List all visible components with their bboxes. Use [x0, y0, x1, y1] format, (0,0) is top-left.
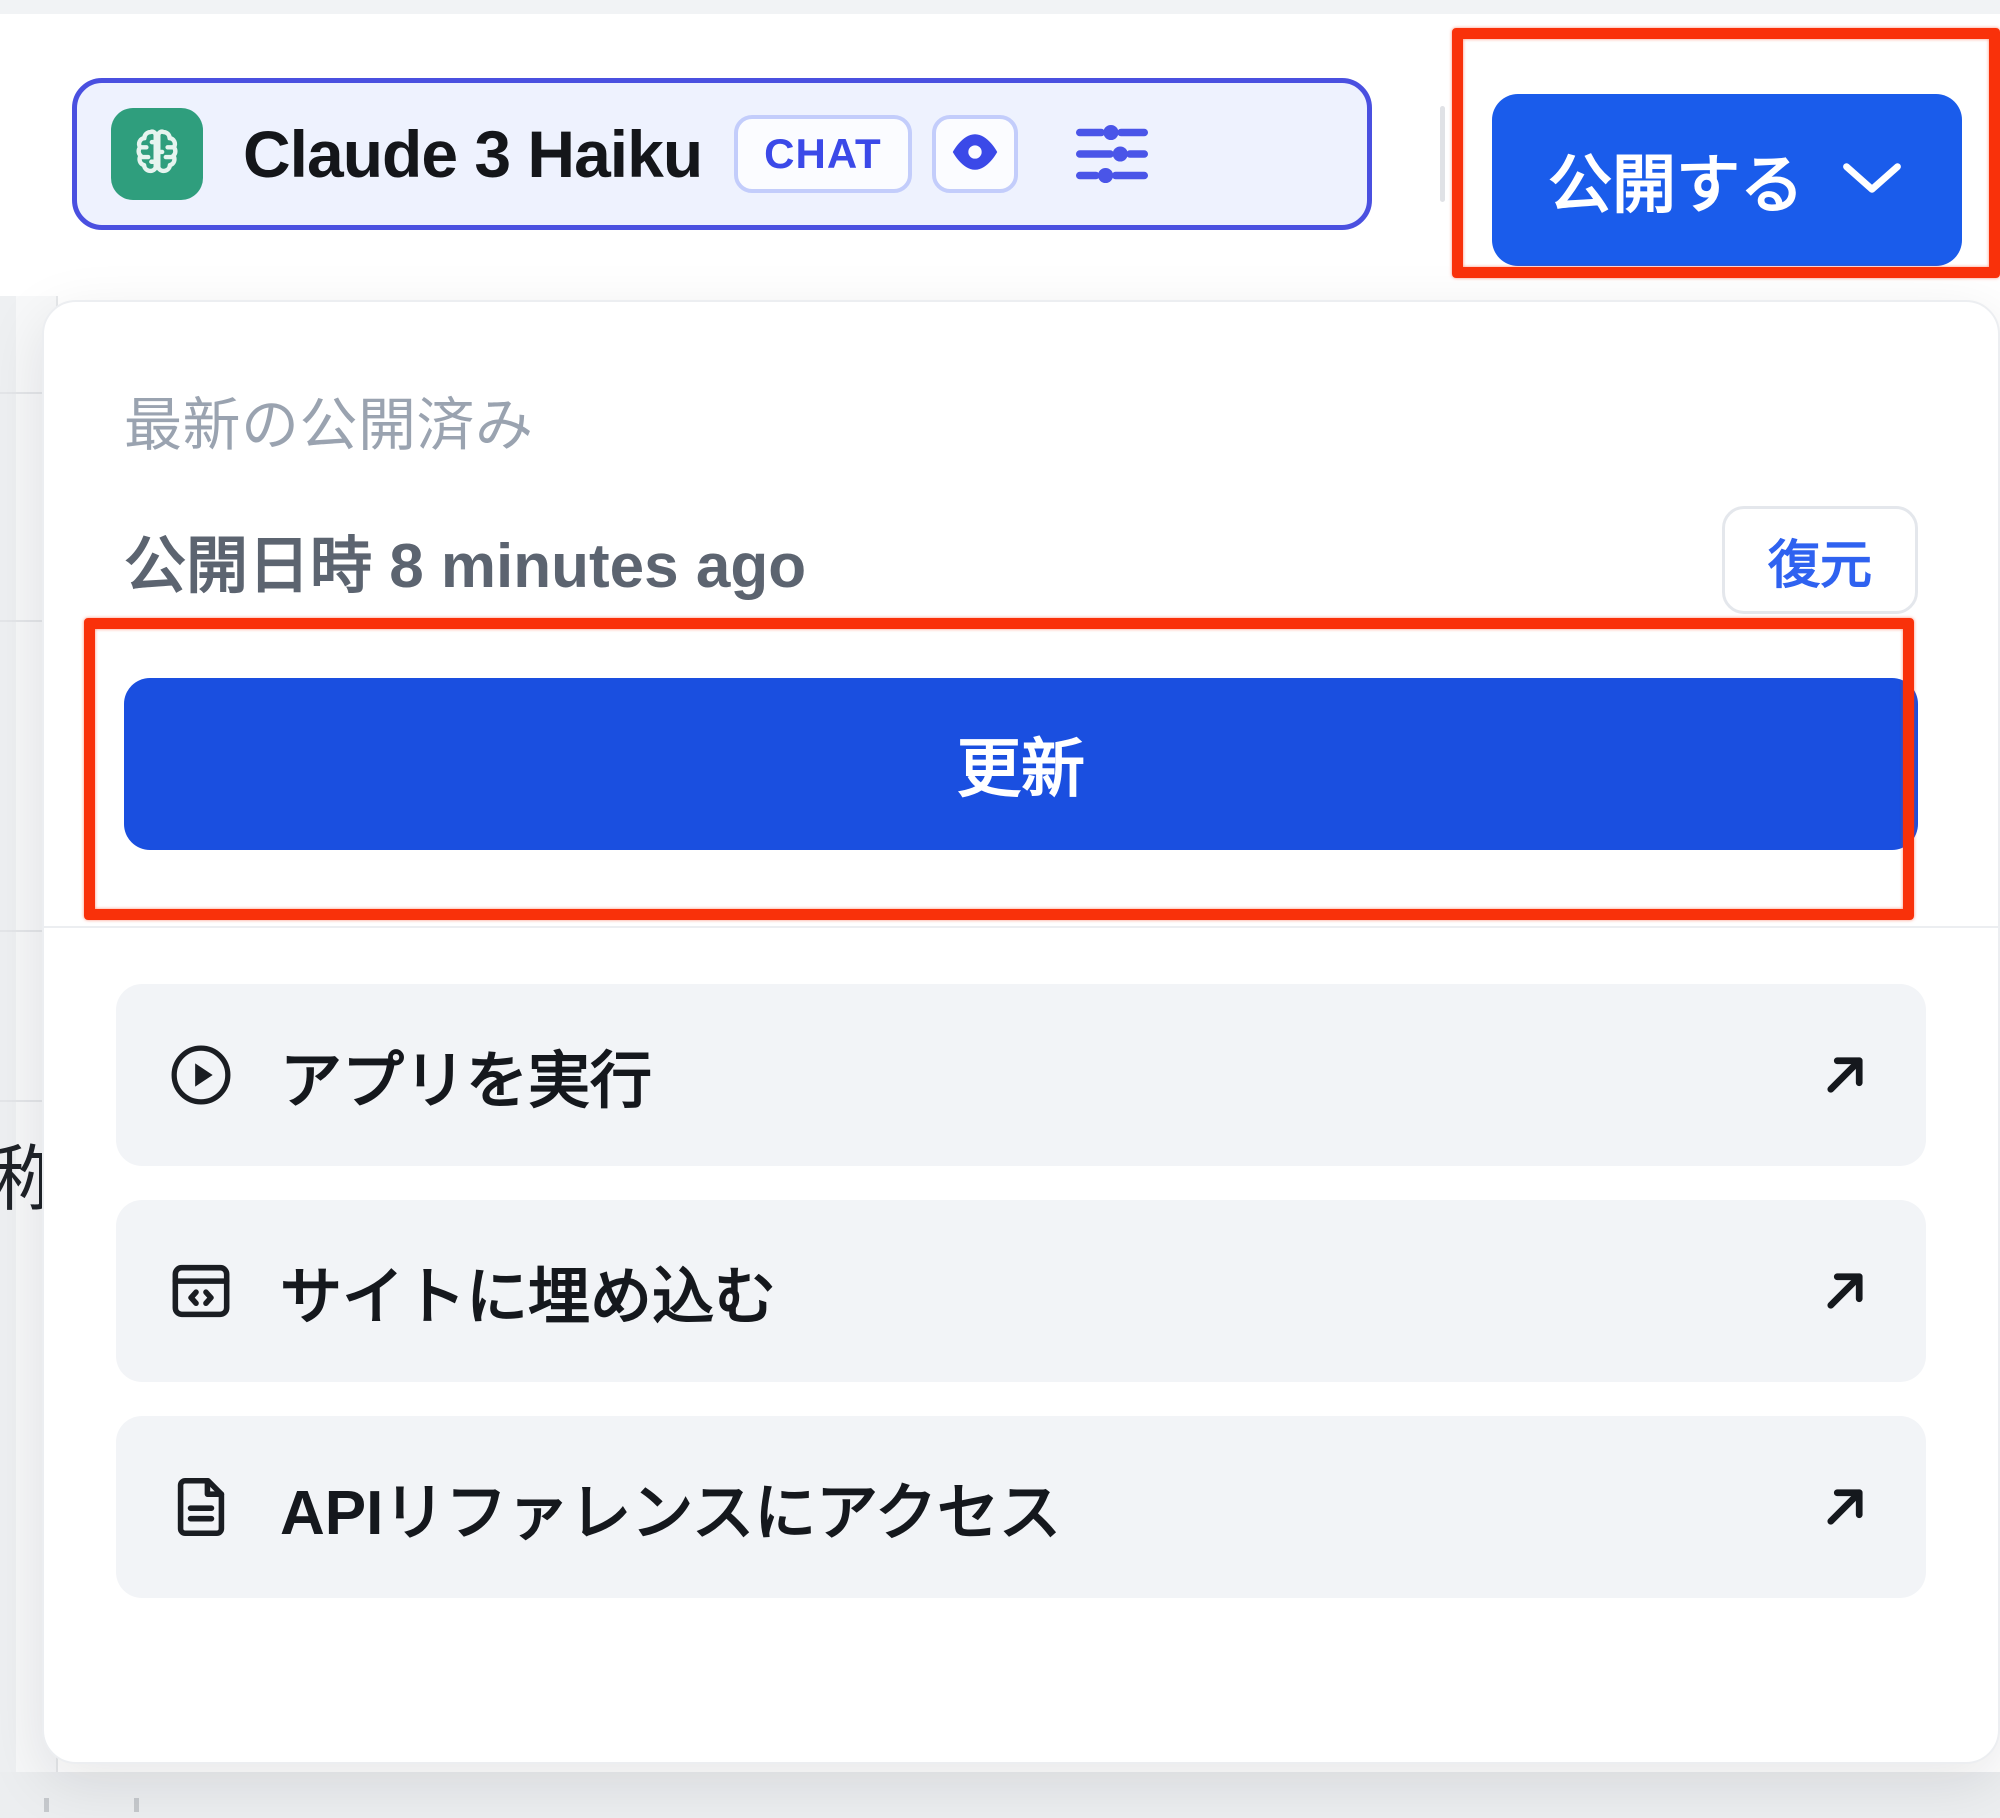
vision-badge	[931, 115, 1018, 193]
background-bottom-strip	[0, 1772, 2000, 1818]
update-button[interactable]: 更新	[124, 678, 1918, 850]
arrow-up-right-icon	[1810, 1472, 1880, 1542]
published-info-section: 最新の公開済み 公開日時 8 minutes ago 復元	[44, 302, 1998, 614]
menu-item-label: サイトに埋め込む	[280, 1263, 777, 1332]
latest-published-label: 最新の公開済み	[124, 393, 534, 458]
header-divider	[1440, 106, 1445, 202]
publish-dropdown-panel: 最新の公開済み 公開日時 8 minutes ago 復元 更新 アプリを実行	[42, 300, 2000, 1764]
embed-code-icon	[162, 1252, 240, 1330]
chevron-down-icon	[1838, 158, 1906, 203]
publish-button-label: 公開する	[1548, 149, 1804, 221]
background-tick	[44, 1798, 49, 1812]
restore-button[interactable]: 復元	[1722, 506, 1918, 614]
background-top-strip	[0, 0, 2000, 14]
brain-circuit-icon	[111, 108, 203, 200]
background-tick	[134, 1798, 139, 1812]
published-time-row: 公開日時 8 minutes ago 復元	[124, 506, 1918, 614]
menu-item-embed-site[interactable]: サイトに埋め込む	[116, 1200, 1926, 1382]
publish-button[interactable]: 公開する	[1492, 94, 1962, 266]
menu-item-label: アプリを実行	[280, 1047, 653, 1116]
chat-badge: CHAT	[734, 115, 912, 193]
document-icon	[162, 1468, 240, 1546]
menu-item-label: APIリファレンスにアクセス	[280, 1479, 1062, 1548]
app-header: Claude 3 Haiku CHAT 公開する	[0, 14, 2000, 296]
actions-menu: アプリを実行 サイトに埋め込む APIリファレンスにアクセス	[44, 928, 1998, 1598]
model-name: Claude 3 Haiku	[243, 117, 703, 191]
eye-icon	[948, 132, 1002, 177]
screen: 称 Claude 3 Haiku CHAT 公開する 最新の公開済み 公開日時 …	[0, 0, 2000, 1818]
menu-item-api-reference[interactable]: APIリファレンスにアクセス	[116, 1416, 1926, 1598]
arrow-up-right-icon	[1810, 1256, 1880, 1326]
sliders-icon[interactable]	[1064, 106, 1160, 202]
menu-item-run-app[interactable]: アプリを実行	[116, 984, 1926, 1166]
model-selector[interactable]: Claude 3 Haiku CHAT	[72, 78, 1372, 230]
play-circle-icon	[162, 1036, 240, 1114]
published-at-label: 公開日時 8 minutes ago	[124, 532, 807, 601]
arrow-up-right-icon	[1810, 1040, 1880, 1110]
